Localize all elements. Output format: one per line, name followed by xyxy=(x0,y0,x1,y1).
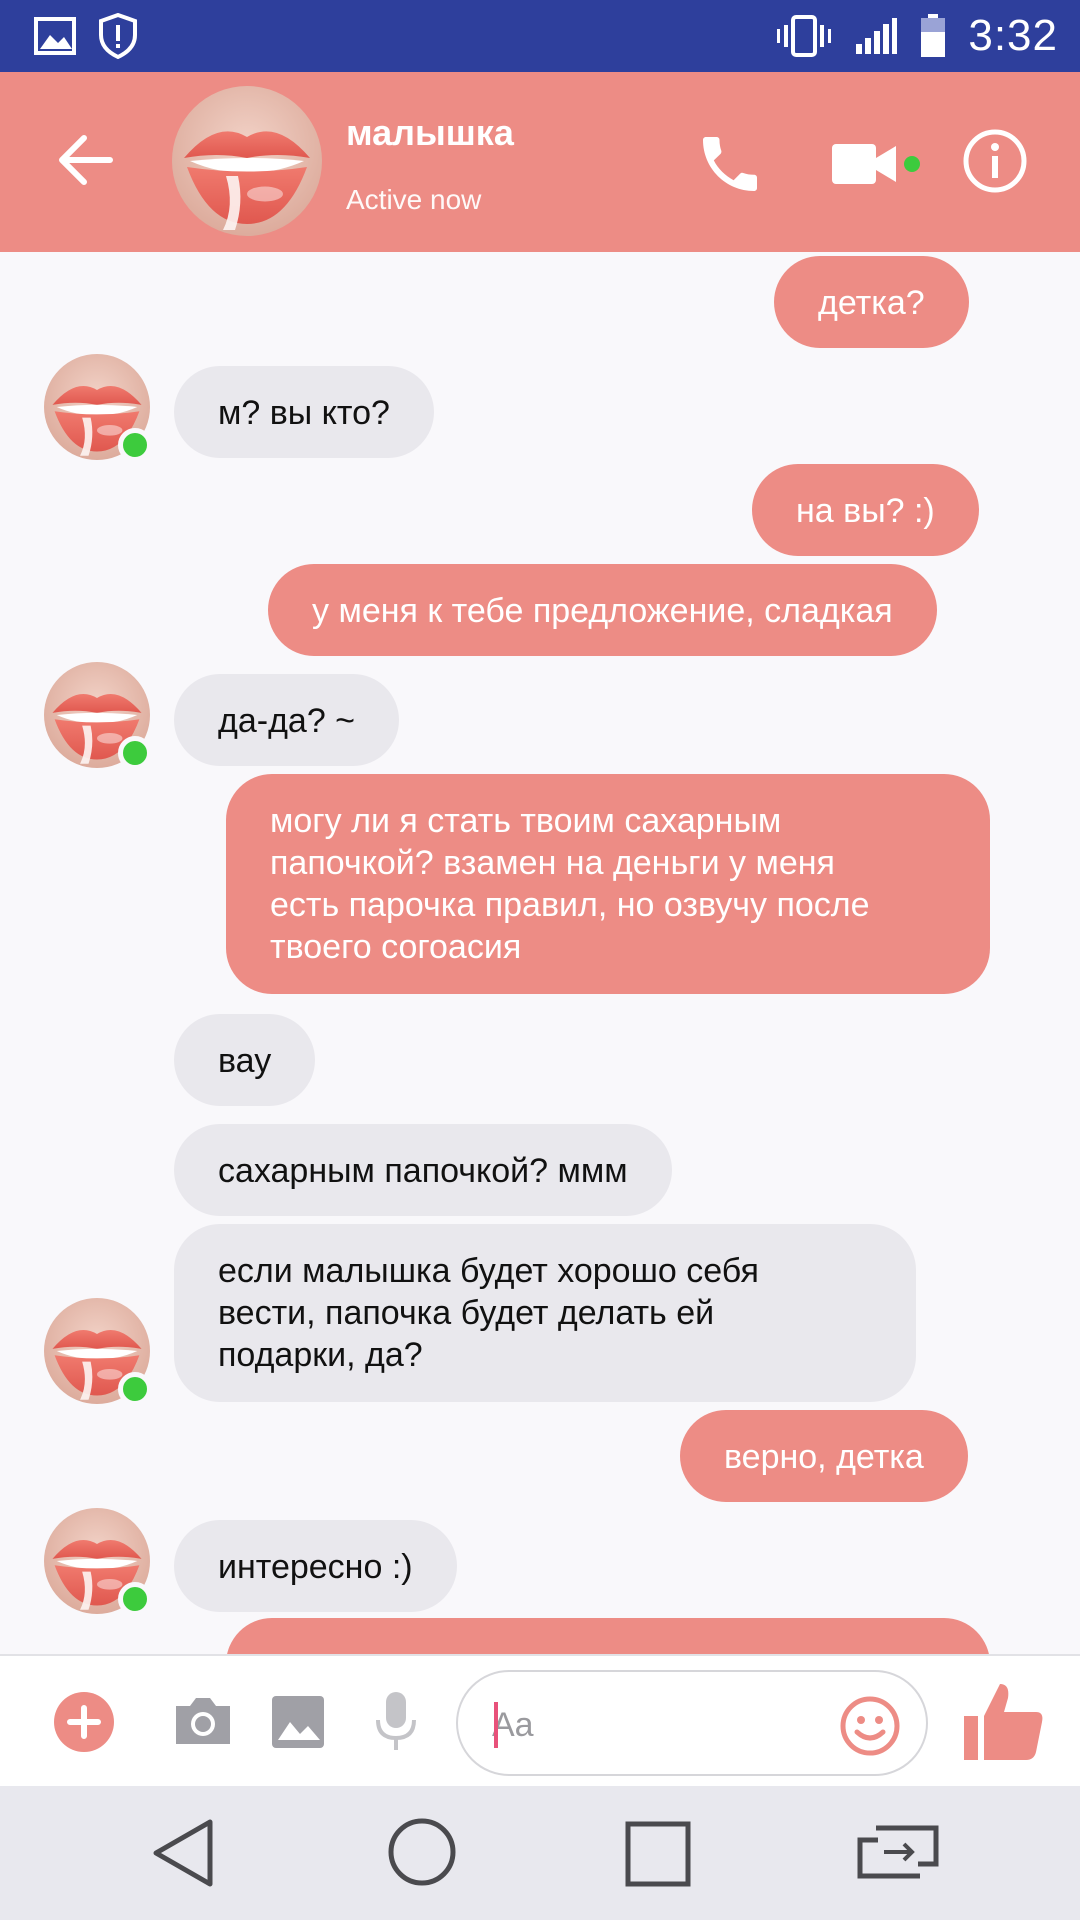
message-received[interactable]: вау xyxy=(174,1014,316,1106)
phone-icon xyxy=(703,137,757,191)
nav-back-button[interactable] xyxy=(150,1816,216,1895)
image-icon xyxy=(34,17,76,55)
message-sent-partial[interactable] xyxy=(226,1618,990,1654)
message-sent[interactable]: на вы? :) xyxy=(752,464,979,556)
info-icon xyxy=(963,129,1027,193)
system-nav-bar xyxy=(0,1786,1080,1920)
gallery-button[interactable] xyxy=(270,1694,326,1755)
nav-recents-icon xyxy=(625,1821,691,1887)
message-avatar[interactable] xyxy=(44,354,152,462)
nav-switch-button[interactable] xyxy=(856,1820,940,1889)
nav-home-button[interactable] xyxy=(386,1816,458,1893)
microphone-icon xyxy=(376,1692,416,1750)
add-icon xyxy=(54,1692,114,1752)
nav-recents-button[interactable] xyxy=(624,1820,692,1893)
camera-icon xyxy=(176,1698,230,1744)
status-bar: 3:32 xyxy=(0,0,1080,72)
nav-home-icon xyxy=(388,1818,456,1886)
message-received[interactable]: м? вы кто? xyxy=(174,366,434,458)
video-online-dot xyxy=(904,156,920,172)
message-sent[interactable]: у меня к тебе предложение, сладкая xyxy=(268,564,937,656)
shield-alert-icon xyxy=(98,13,138,59)
video-camera-icon xyxy=(832,144,896,184)
thumbs-up-icon xyxy=(964,1684,1043,1760)
message-received[interactable]: если малышка будет хорошо себя вести, па… xyxy=(174,1224,916,1402)
message-sent[interactable]: детка? xyxy=(774,256,969,348)
message-avatar[interactable] xyxy=(44,1508,152,1616)
back-button[interactable] xyxy=(54,128,118,192)
video-call-button[interactable] xyxy=(830,136,900,192)
add-button[interactable] xyxy=(54,1692,114,1757)
message-sent[interactable]: могу ли я стать твоим сахарным папочкой?… xyxy=(226,774,990,994)
online-status-dot xyxy=(118,1372,152,1406)
online-status-dot xyxy=(118,1582,152,1616)
online-status-dot xyxy=(118,736,152,770)
signal-icon xyxy=(854,16,898,56)
status-time: 3:32 xyxy=(968,11,1058,60)
back-arrow-icon xyxy=(59,135,113,185)
message-received[interactable]: сахарным папочкой? ммм xyxy=(174,1124,672,1216)
message-input-field[interactable] xyxy=(456,1670,928,1776)
contact-name[interactable]: малышка xyxy=(346,112,514,154)
chat-header: малышка Active now xyxy=(0,72,1080,252)
online-status-dot xyxy=(118,428,152,462)
info-button[interactable] xyxy=(962,128,1028,199)
microphone-button[interactable] xyxy=(374,1690,418,1759)
composer-bar xyxy=(0,1654,1080,1786)
message-list[interactable]: детка? м? вы кто? на вы? :) у меня к теб… xyxy=(0,252,1080,1654)
call-button[interactable] xyxy=(694,128,766,200)
gallery-icon xyxy=(272,1696,324,1748)
vibrate-icon xyxy=(776,15,832,57)
contact-status: Active now xyxy=(346,184,482,215)
message-input[interactable] xyxy=(492,1696,832,1754)
message-sent[interactable]: верно, детка xyxy=(680,1410,968,1502)
like-button[interactable] xyxy=(962,1680,1046,1769)
emoji-icon xyxy=(840,1696,900,1756)
nav-switch-icon xyxy=(857,1825,939,1879)
contact-avatar[interactable] xyxy=(172,86,322,236)
text-caret xyxy=(494,1702,498,1748)
nav-back-icon xyxy=(153,1819,213,1887)
emoji-button[interactable] xyxy=(840,1696,900,1761)
message-avatar[interactable] xyxy=(44,1298,152,1406)
message-avatar[interactable] xyxy=(44,662,152,770)
message-received[interactable]: интересно :) xyxy=(174,1520,457,1612)
camera-button[interactable] xyxy=(172,1694,234,1753)
message-received[interactable]: да-да? ~ xyxy=(174,674,400,766)
battery-icon xyxy=(920,14,946,58)
